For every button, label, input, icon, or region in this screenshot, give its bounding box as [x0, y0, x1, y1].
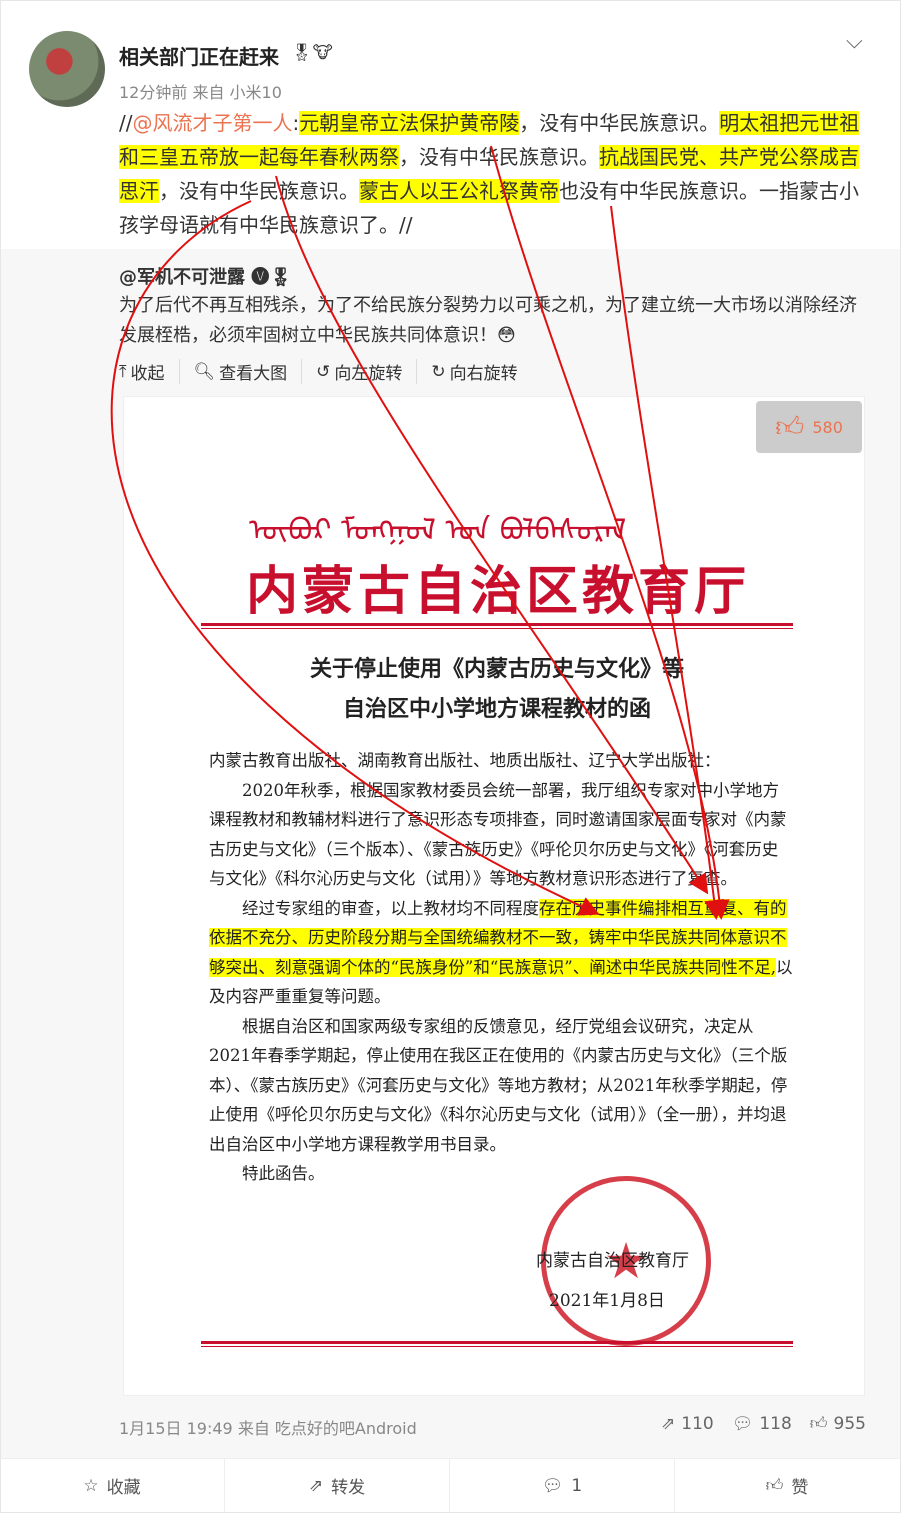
image-like-button[interactable]: 👍︎ 580 [756, 401, 862, 453]
rotate-right-label: 向右旋转 [449, 364, 518, 384]
quoted-username-text[interactable]: @军机不可泄露 [119, 267, 245, 288]
rotate-left-button[interactable]: ↺ 向左旋转 [316, 359, 418, 384]
rotate-left-label: 向左旋转 [334, 364, 403, 384]
document-paragraph-4: 特此函告。 [242, 1164, 325, 1183]
text-1: ，没有中华民族意识。 [519, 111, 720, 135]
image-toolbar: ⤒ 收起 🔍︎ 查看大图 ↺ 向左旋转 ↻ 向右旋转 [119, 359, 546, 384]
repost-button[interactable]: ⇗ 转发 [225, 1459, 450, 1512]
like-label: 赞 [791, 1478, 809, 1498]
quoted-repost-count: 110 [681, 1413, 714, 1434]
document-title-2: 自治区中小学地方课程教材的函 [342, 696, 651, 722]
p2-start: 经过专家组的审查，以上教材均不同程度 [242, 898, 539, 918]
quoted-comment-count: 118 [759, 1413, 792, 1434]
text-prefix: // [119, 111, 133, 135]
document-addressee: 内蒙古教育出版社、湖南教育出版社、地质出版社、辽宁大学出版社： [209, 751, 721, 770]
mongolian-script: ᠥᠪᠦᠷ ᠮᠣᠩᠭᠣᠯ ᠤᠨ ᠪᠣᠯᠪᠠᠰᠤᠷᠠᠯ [249, 513, 627, 548]
highlight-4: 蒙古人以王公礼祭黄帝 [359, 179, 559, 203]
post-username[interactable]: 相关部门正在赶来 [119, 41, 279, 70]
collapse-button[interactable]: ⤒ 收起 [119, 359, 180, 384]
chevron-down-icon[interactable]: ⌵ [846, 29, 863, 54]
share-icon: ⇗ [661, 1413, 676, 1434]
red-rule-bottom-thin [201, 1346, 793, 1347]
document-date: 2021年1月8日 [549, 1291, 665, 1311]
rotate-right-button[interactable]: ↻ 向右旋转 [431, 359, 531, 385]
collapse-label: 收起 [130, 364, 165, 384]
like-button[interactable]: 👍︎ 赞 [675, 1459, 899, 1512]
weibo-post: 相关部门正在赶来 🎖🐮 12分钟前 来自 小米10 ⌵ //@风流才子第一人:元… [0, 0, 901, 1513]
quoted-stats: ⇗ 110 💬︎ 118 👍︎ 955 [661, 1413, 866, 1435]
thumb-up-icon: 👍︎ [809, 1414, 828, 1434]
document-header: 内蒙古自治区教育厅 [246, 561, 751, 622]
view-large-label: 查看大图 [219, 364, 288, 384]
thumb-up-icon: 👍︎ [775, 410, 805, 443]
rotate-right-icon: ↻ [431, 361, 446, 382]
favorite-button[interactable]: ☆ 收藏 [0, 1459, 225, 1512]
quoted-username[interactable]: @军机不可泄露 🅥🎖 [119, 263, 292, 289]
document-paragraph-3: 根据自治区和国家两级专家组的反馈意见，经厅党组会议研究，决定从2021年春季学期… [209, 1016, 788, 1154]
red-rule [201, 623, 793, 626]
star-icon: ☆ [83, 1475, 99, 1496]
rotate-left-icon: ↺ [316, 361, 331, 382]
text-2: ，没有中华民族意识。 [399, 145, 599, 169]
red-rule-thin [201, 628, 793, 629]
collapse-icon: ⤒ [119, 361, 127, 382]
document-body: 内蒙古教育出版社、湖南教育出版社、地质出版社、辽宁大学出版社： 2020年秋季，… [209, 746, 794, 1189]
quoted-like-count: 955 [833, 1413, 866, 1434]
quoted-comment-button[interactable]: 💬︎ 118 [732, 1413, 792, 1434]
quoted-like-button[interactable]: 👍︎ 955 [809, 1413, 866, 1435]
comment-icon: 💬︎ [541, 1475, 564, 1496]
image-like-count: 580 [812, 417, 843, 437]
red-rule-bottom [201, 1341, 793, 1344]
comment-icon: 💬︎ [731, 1413, 754, 1434]
share-icon: ⇗ [308, 1475, 324, 1496]
thumb-up-icon: 👍︎ [765, 1476, 784, 1496]
user-badges: 🎖🐮 [291, 43, 333, 63]
document-title-1: 关于停止使用《内蒙古历史与文化》等 [309, 656, 684, 682]
repost-label: 转发 [331, 1478, 366, 1498]
document-paragraph-1: 2020年秋季，根据国家教材委员会统一部署，我厅组织专家对中小学地方课程教材和教… [209, 780, 787, 889]
comment-button[interactable]: 💬︎ 1 [450, 1459, 675, 1512]
quoted-badges: 🅥🎖 [251, 267, 293, 288]
quoted-repost-button[interactable]: ⇗ 110 [661, 1413, 714, 1434]
text-3: ，没有中华民族意识。 [159, 179, 359, 203]
document-paragraph-2: 经过专家组的审查，以上教材均不同程度存在历史事件编排相互重复、有的依据不充分、历… [209, 894, 794, 1012]
highlight-1: 元朝皇帝立法保护黄帝陵 [299, 111, 520, 135]
repost-text: //@风流才子第一人:元朝皇帝立法保护黄帝陵，没有中华民族意识。明太祖把元世祖和… [119, 106, 869, 242]
comment-count: 1 [571, 1475, 583, 1496]
document-signature: 内蒙古自治区教育厅 [536, 1251, 689, 1271]
search-icon: 🔍︎ [193, 361, 216, 382]
quoted-text: 为了后代不再互相残杀，为了不给民族分裂势力以可乘之机，为了建立统一大市场以消除经… [119, 295, 857, 346]
post-meta: 12分钟前 来自 小米10 [119, 83, 282, 102]
post-footer: ☆ 收藏 ⇗ 转发 💬︎ 1 👍︎ 赞 [0, 1458, 899, 1512]
avatar[interactable] [29, 31, 105, 107]
view-large-button[interactable]: 🔍︎ 查看大图 [194, 359, 303, 384]
mention-link[interactable]: @风流才子第一人 [132, 111, 292, 135]
quoted-time: 1月15日 19:49 来自 吃点好的吧Android [119, 1419, 417, 1438]
favorite-label: 收藏 [106, 1478, 141, 1498]
